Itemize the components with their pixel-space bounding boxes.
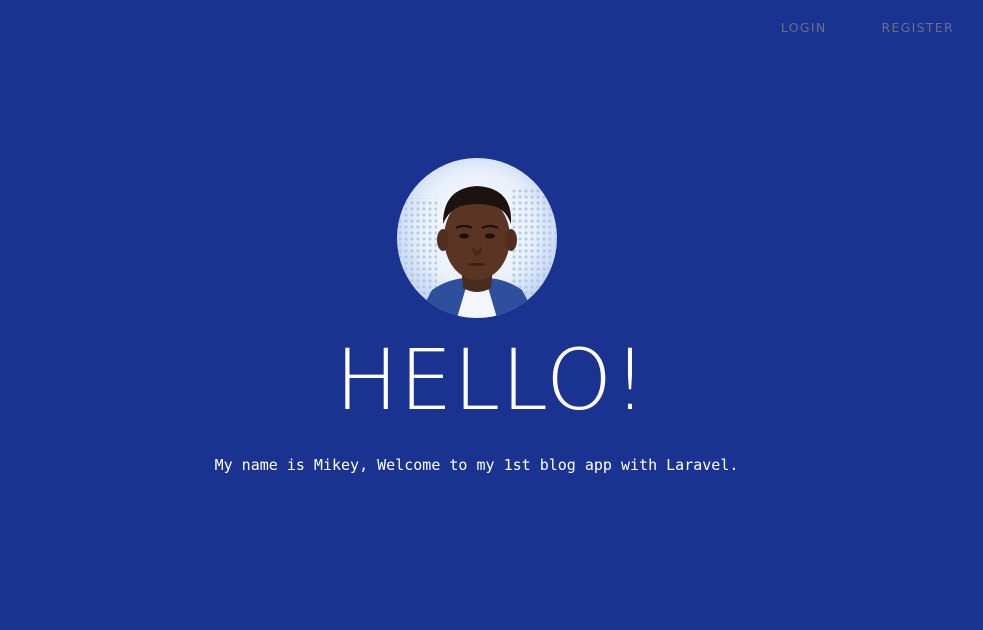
login-link[interactable]: LOGIN (781, 20, 827, 35)
top-nav: LOGIN REGISTER (781, 20, 954, 35)
tagline: My name is Mikey, Welcome to my 1st blog… (214, 456, 739, 474)
avatar-photo-icon (397, 158, 557, 318)
register-link[interactable]: REGISTER (881, 20, 954, 35)
page-title: HELLO! (0, 330, 983, 430)
hello-heading: HELLO! (335, 331, 648, 429)
avatar (397, 158, 557, 318)
